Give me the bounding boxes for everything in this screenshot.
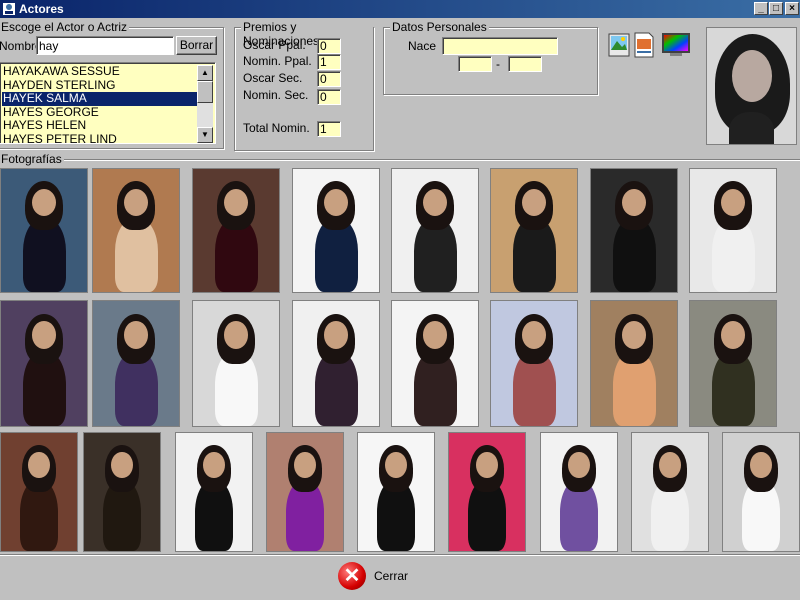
oscar-sec-label: Oscar Sec. [243,71,303,85]
photo-thumbnail[interactable] [292,168,380,293]
close-x-icon: ✕ [338,562,366,590]
total-nomin-label: Total Nomin. [243,121,310,135]
oscar-ppal-field[interactable]: 0 [317,38,341,54]
nomin-ppal-label: Nomin. Ppal. [243,54,312,68]
nomin-ppal-field[interactable]: 1 [317,54,341,70]
photo-thumbnail[interactable] [590,168,678,293]
photo-thumbnail[interactable] [631,432,709,552]
actor-portrait [706,27,797,145]
personal-data-group: Datos Personales Nace - [383,20,598,95]
photo-thumbnail[interactable] [722,432,800,552]
photo-thumbnail[interactable] [490,300,578,427]
actor-search-group-label: Escoge el Actor o Actriz [0,20,130,34]
photo-thumbnail[interactable] [175,432,253,552]
photo-thumbnail[interactable] [391,168,479,293]
photo-thumbnail[interactable] [0,300,88,427]
born-date-field-2[interactable] [508,56,542,72]
document-image-icon[interactable] [633,31,655,59]
photo-thumbnail[interactable] [92,300,180,427]
title-bar[interactable]: Actores _ □ × [0,0,800,18]
close-button[interactable]: ✕ Cerrar [336,560,416,592]
close-label: Cerrar [374,569,409,583]
personal-data-group-label: Datos Personales [390,20,489,34]
photo-thumbnail[interactable] [292,300,380,427]
photo-thumbnail[interactable] [689,300,777,427]
born-date-field-1[interactable] [458,56,492,72]
photo-thumbnail[interactable] [0,168,88,293]
actor-list-item[interactable]: HAYDEN STERLING [2,79,198,93]
oscar-ppal-label: Oscar Ppal. [243,38,306,52]
photo-thumbnail[interactable] [689,168,777,293]
actor-listbox[interactable]: HAYAKAWA SESSUE HAYDEN STERLING HAYEK SALM… [0,62,216,144]
photo-thumbnail[interactable] [540,432,618,552]
actor-search-group: Escoge el Actor o Actriz Nombre Borrar H… [0,20,224,149]
oscar-sec-field[interactable]: 0 [317,71,341,87]
photo-thumbnail[interactable] [0,432,78,552]
name-search-input[interactable] [36,36,174,55]
scroll-up-button[interactable]: ▲ [197,65,213,81]
color-monitor-icon[interactable] [660,31,692,59]
photo-thumbnail[interactable] [448,432,526,552]
minimize-button[interactable]: _ [754,2,768,15]
nomin-sec-label: Nomin. Sec. [243,88,309,102]
scroll-thumb[interactable] [197,81,213,103]
total-nomin-field[interactable]: 1 [317,121,341,137]
maximize-button[interactable]: □ [769,2,783,15]
list-scrollbar[interactable]: ▲ ▼ [197,65,213,143]
photo-thumbnail[interactable] [391,300,479,427]
window-title: Actores [19,2,64,16]
actor-list-item[interactable]: HAYES PETER LIND [2,133,198,144]
actor-list-item[interactable]: HAYAKAWA SESSUE [2,65,198,79]
awards-group: Premios y Nominaciones Oscar Ppal. 0 Nom… [234,20,374,151]
actor-list-rows: HAYAKAWA SESSUE HAYDEN STERLING HAYEK SALM… [2,65,198,144]
clear-button[interactable]: Borrar [176,36,217,55]
actor-list-item[interactable]: HAYES GEORGE [2,106,198,120]
nomin-sec-field[interactable]: 0 [317,89,341,105]
photo-thumbnail[interactable] [266,432,344,552]
photos-group-label: Fotografías [0,152,64,166]
app-icon [3,3,15,15]
photo-thumbnail[interactable] [490,168,578,293]
photo-thumbnail[interactable] [83,432,161,552]
photo-thumbnail[interactable] [92,168,180,293]
date-separator: - [496,57,500,71]
born-label: Nace [408,39,437,53]
actor-list-item[interactable]: HAYEK SALMA [2,92,198,106]
photo-thumbnail[interactable] [590,300,678,427]
photo-thumbnail[interactable] [192,168,280,293]
scroll-down-button[interactable]: ▼ [197,127,213,143]
photo-thumbnail[interactable] [357,432,435,552]
born-place-field[interactable] [442,37,558,55]
actor-list-item[interactable]: HAYES HELEN [2,119,198,133]
photo-thumbnail[interactable] [192,300,280,427]
close-window-button[interactable]: × [785,2,799,15]
landscape-image-icon[interactable] [608,31,630,59]
